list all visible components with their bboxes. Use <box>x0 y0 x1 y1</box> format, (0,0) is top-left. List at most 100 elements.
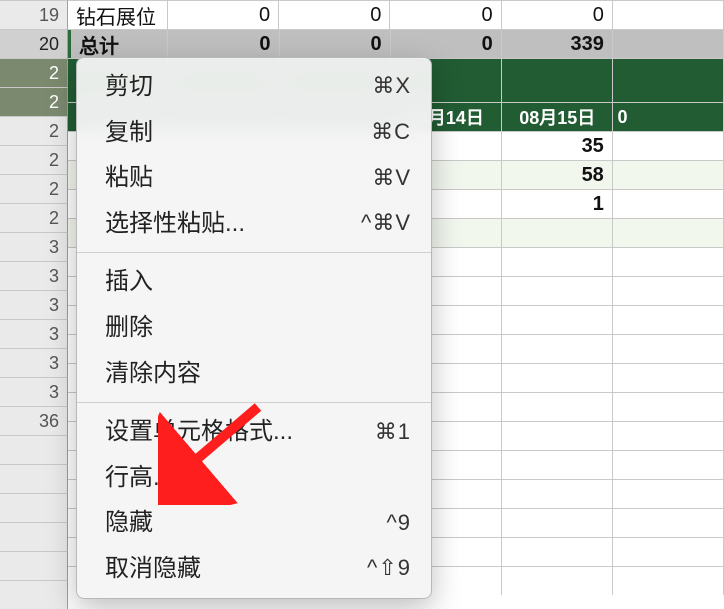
menu-label: 取消隐藏 <box>105 552 367 586</box>
cell[interactable]: 1 <box>502 190 613 218</box>
cell[interactable] <box>613 306 724 334</box>
cell[interactable] <box>502 335 613 363</box>
menu-label: 粘贴 <box>105 161 372 195</box>
cell[interactable] <box>613 509 724 537</box>
cell[interactable] <box>613 538 724 566</box>
row-header[interactable]: 2 <box>0 87 68 116</box>
cell[interactable]: 0 <box>168 30 279 58</box>
row-header[interactable]: 3 <box>0 290 68 319</box>
cell[interactable] <box>613 1 724 29</box>
cell[interactable]: 35 <box>502 132 613 160</box>
cell[interactable]: 0 <box>391 30 502 58</box>
cell[interactable] <box>613 30 724 58</box>
row-header[interactable] <box>0 522 68 551</box>
context-menu: 剪切 ⌘X 复制 ⌘C 粘贴 ⌘V 选择性粘贴... ^⌘V 插入 删除 清除内… <box>76 57 432 599</box>
row-header[interactable]: 3 <box>0 377 68 406</box>
menu-item-clear[interactable]: 清除内容 <box>77 351 431 397</box>
total-row-selected: 总计 0 0 0 339 <box>68 29 724 58</box>
cell[interactable]: 339 <box>502 30 613 58</box>
cell[interactable]: 0 <box>280 30 391 58</box>
cell[interactable] <box>502 277 613 305</box>
menu-label: 删除 <box>105 311 411 345</box>
row-header[interactable] <box>0 464 68 493</box>
cell[interactable] <box>502 219 613 247</box>
cell[interactable]: 0 <box>279 1 390 29</box>
menu-label: 行高... <box>105 461 411 495</box>
row-header[interactable]: 2 <box>0 203 68 232</box>
menu-label: 设置单元格格式... <box>105 415 375 449</box>
menu-item-format-cells[interactable]: 设置单元格格式... ⌘1 <box>77 409 431 455</box>
menu-label: 隐藏 <box>105 506 386 540</box>
row-header[interactable]: 2 <box>0 116 68 145</box>
cell-date[interactable]: 0 <box>613 103 724 131</box>
menu-shortcut: ^⇧9 <box>367 553 411 584</box>
cell[interactable] <box>613 422 724 450</box>
row-header[interactable]: 2 <box>0 58 68 87</box>
menu-shortcut: ⌘1 <box>375 417 411 448</box>
menu-item-paste[interactable]: 粘贴 ⌘V <box>77 155 431 201</box>
menu-item-delete[interactable]: 删除 <box>77 305 431 351</box>
row-header[interactable] <box>0 493 68 522</box>
cell-date[interactable]: 08月15日 <box>502 103 613 131</box>
row-header[interactable]: 36 <box>0 406 68 435</box>
cell[interactable] <box>613 132 724 160</box>
cell[interactable] <box>502 59 613 102</box>
row-header[interactable] <box>0 580 68 609</box>
row-header[interactable]: 3 <box>0 319 68 348</box>
menu-separator <box>77 402 431 403</box>
menu-shortcut: ⌘X <box>372 71 411 102</box>
cell[interactable] <box>613 451 724 479</box>
menu-label: 清除内容 <box>105 357 411 391</box>
menu-label: 插入 <box>105 265 411 299</box>
menu-item-hide[interactable]: 隐藏 ^9 <box>77 500 431 546</box>
cell[interactable] <box>613 335 724 363</box>
cell[interactable] <box>613 393 724 421</box>
cell[interactable] <box>613 219 724 247</box>
row-header[interactable]: 3 <box>0 348 68 377</box>
row-header[interactable] <box>0 551 68 580</box>
data-row: 钻石展位 0 0 0 0 <box>68 0 724 29</box>
cell[interactable] <box>502 480 613 508</box>
cell[interactable] <box>502 306 613 334</box>
row-header[interactable]: 19 <box>0 0 68 29</box>
spreadsheet: 19 20 2 2 2 2 2 2 3 3 3 3 3 3 36 钻石展位 0 … <box>0 0 724 591</box>
row-header[interactable]: 2 <box>0 145 68 174</box>
cell[interactable] <box>502 393 613 421</box>
cell[interactable] <box>502 538 613 566</box>
cell-total-label[interactable]: 总计 <box>68 30 168 58</box>
row-header-selected[interactable]: 20 <box>0 29 68 58</box>
cell[interactable] <box>613 364 724 392</box>
cell[interactable] <box>613 277 724 305</box>
menu-item-paste-special[interactable]: 选择性粘贴... ^⌘V <box>77 201 431 247</box>
cell[interactable] <box>502 248 613 276</box>
cell[interactable] <box>613 59 724 102</box>
menu-separator <box>77 252 431 253</box>
row-header[interactable]: 3 <box>0 261 68 290</box>
menu-item-insert[interactable]: 插入 <box>77 259 431 305</box>
cell[interactable] <box>613 161 724 189</box>
row-header[interactable]: 3 <box>0 232 68 261</box>
cell[interactable]: 0 <box>502 1 613 29</box>
menu-item-row-height[interactable]: 行高... <box>77 455 431 501</box>
row-header[interactable]: 2 <box>0 174 68 203</box>
cell[interactable] <box>502 422 613 450</box>
cell[interactable] <box>502 509 613 537</box>
menu-shortcut: ^9 <box>386 508 411 539</box>
cell[interactable] <box>502 364 613 392</box>
menu-label: 剪切 <box>105 70 372 104</box>
row-header-gutter: 19 20 2 2 2 2 2 2 3 3 3 3 3 3 36 <box>0 0 68 609</box>
row-header[interactable] <box>0 435 68 464</box>
cell[interactable]: 58 <box>502 161 613 189</box>
menu-item-unhide[interactable]: 取消隐藏 ^⇧9 <box>77 546 431 592</box>
menu-shortcut: ^⌘V <box>361 208 411 239</box>
cell[interactable] <box>613 190 724 218</box>
cell[interactable]: 0 <box>390 1 501 29</box>
cell[interactable] <box>502 451 613 479</box>
menu-item-copy[interactable]: 复制 ⌘C <box>77 110 431 156</box>
cell-label[interactable]: 钻石展位 <box>68 1 168 29</box>
menu-item-cut[interactable]: 剪切 ⌘X <box>77 64 431 110</box>
cell[interactable] <box>613 480 724 508</box>
menu-shortcut: ⌘C <box>371 117 411 148</box>
cell[interactable] <box>613 248 724 276</box>
cell[interactable]: 0 <box>168 1 279 29</box>
